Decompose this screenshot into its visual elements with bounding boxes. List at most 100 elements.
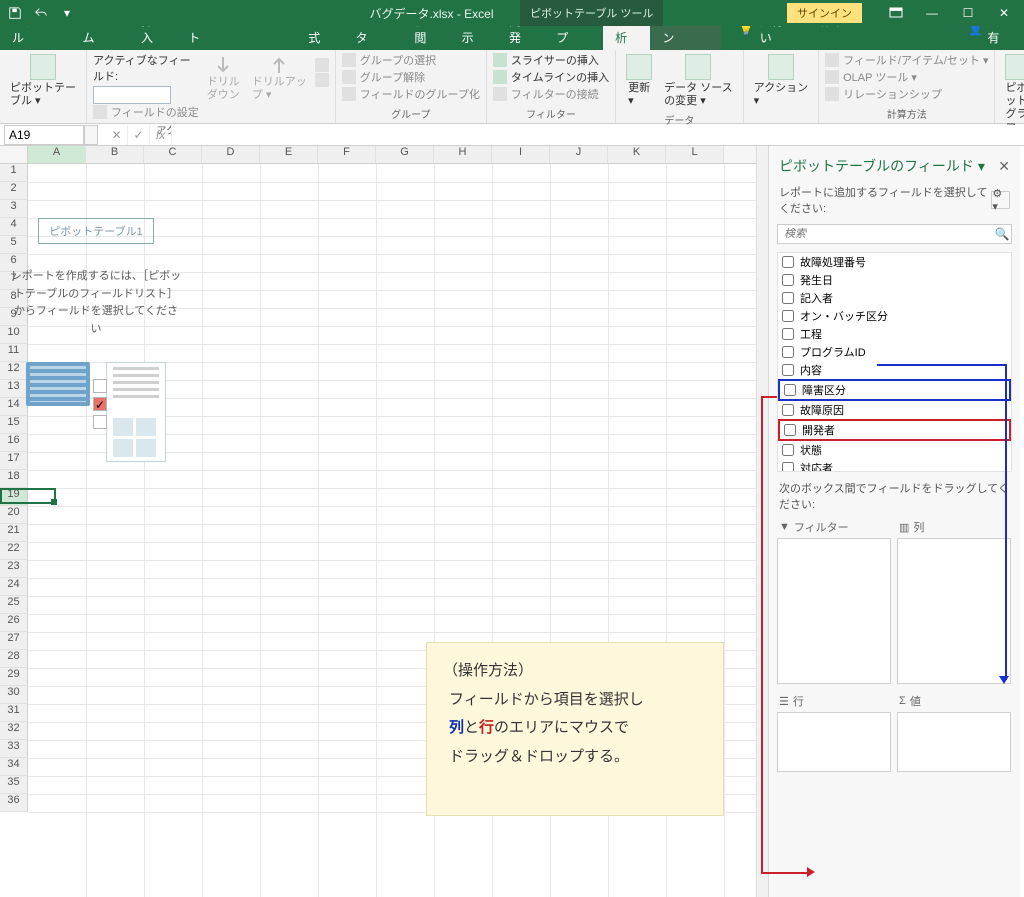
row-header[interactable]: 24 bbox=[0, 578, 28, 596]
field-settings-button[interactable]: フィールドの設定 bbox=[93, 104, 199, 120]
name-box[interactable] bbox=[4, 125, 84, 145]
cancel-formula-icon[interactable]: ✕ bbox=[106, 125, 128, 145]
fx-icon[interactable]: fx bbox=[150, 125, 172, 145]
row-header[interactable]: 27 bbox=[0, 632, 28, 650]
area-values[interactable]: Σ値 bbox=[897, 690, 1011, 772]
worksheet[interactable]: ABCDEFGHIJKL 123456789101112131415161718… bbox=[0, 146, 756, 897]
field-item[interactable]: 工程 bbox=[778, 325, 1011, 343]
column-header[interactable]: F bbox=[318, 146, 376, 163]
row-header[interactable]: 34 bbox=[0, 758, 28, 776]
field-list[interactable]: 故障処理番号発生日記入者オン・バッチ区分工程プログラムID内容障害区分故障原因開… bbox=[777, 252, 1012, 472]
field-item[interactable]: 記入者 bbox=[778, 289, 1011, 307]
column-header[interactable]: D bbox=[202, 146, 260, 163]
collapse-button[interactable] bbox=[315, 73, 329, 87]
row-header[interactable]: 21 bbox=[0, 524, 28, 542]
cell-grid[interactable]: 1234567891011121314151617181920212223242… bbox=[0, 164, 756, 897]
field-item[interactable]: 故障原因 bbox=[778, 401, 1011, 419]
column-header[interactable]: E bbox=[260, 146, 318, 163]
minimize-icon[interactable]: — bbox=[916, 1, 948, 25]
field-search-input[interactable] bbox=[778, 228, 993, 240]
column-header[interactable]: C bbox=[144, 146, 202, 163]
formula-input[interactable] bbox=[172, 125, 1024, 145]
refresh-button[interactable]: 更新 ▾ bbox=[622, 52, 656, 110]
chevron-down-icon[interactable]: ▾ bbox=[978, 158, 985, 175]
field-checkbox[interactable] bbox=[782, 346, 794, 358]
column-header[interactable]: B bbox=[86, 146, 144, 163]
row-header[interactable]: 23 bbox=[0, 560, 28, 578]
row-header[interactable]: 26 bbox=[0, 614, 28, 632]
row-header[interactable]: 29 bbox=[0, 668, 28, 686]
column-header[interactable]: A bbox=[28, 146, 86, 163]
row-header[interactable]: 20 bbox=[0, 506, 28, 524]
column-header[interactable]: K bbox=[608, 146, 666, 163]
active-field-input[interactable] bbox=[93, 86, 171, 104]
insert-slicer-button[interactable]: スライサーの挿入 bbox=[493, 52, 609, 68]
enter-formula-icon[interactable]: ✓ bbox=[128, 125, 150, 145]
column-header[interactable]: J bbox=[550, 146, 608, 163]
maximize-icon[interactable]: ☐ bbox=[952, 1, 984, 25]
expand-button[interactable] bbox=[315, 58, 329, 72]
field-item[interactable]: プログラムID bbox=[778, 343, 1011, 361]
undo-icon[interactable] bbox=[32, 4, 50, 22]
signin-button[interactable]: サインイン bbox=[787, 3, 862, 23]
row-header[interactable]: 30 bbox=[0, 686, 28, 704]
name-box-dropdown[interactable] bbox=[84, 125, 98, 145]
olap-tools-button: OLAP ツール ▾ bbox=[825, 69, 988, 85]
save-icon[interactable] bbox=[6, 4, 24, 22]
field-item[interactable]: オン・バッチ区分 bbox=[778, 307, 1011, 325]
field-checkbox[interactable] bbox=[782, 292, 794, 304]
row-header[interactable]: 18 bbox=[0, 470, 28, 488]
field-checkbox[interactable] bbox=[782, 444, 794, 456]
area-row[interactable]: ☰行 bbox=[777, 690, 891, 772]
row-header[interactable]: 25 bbox=[0, 596, 28, 614]
row-header[interactable]: 2 bbox=[0, 182, 28, 200]
actions-button[interactable]: アクション ▾ bbox=[750, 52, 812, 110]
fill-handle[interactable] bbox=[51, 499, 57, 505]
field-checkbox[interactable] bbox=[782, 310, 794, 322]
change-datasource-button[interactable]: データ ソース の変更 ▾ bbox=[660, 52, 737, 110]
field-item[interactable]: 開発者 bbox=[778, 419, 1011, 441]
field-checkbox[interactable] bbox=[782, 364, 794, 376]
field-item[interactable]: 状態 bbox=[778, 441, 1011, 459]
field-checkbox[interactable] bbox=[782, 328, 794, 340]
annotation-red bbox=[761, 396, 763, 874]
row-header[interactable]: 33 bbox=[0, 740, 28, 758]
pane-close-icon[interactable]: ✕ bbox=[998, 158, 1010, 175]
field-search[interactable]: 🔍 bbox=[777, 224, 1012, 244]
row-header[interactable]: 1 bbox=[0, 164, 28, 182]
column-header[interactable]: H bbox=[434, 146, 492, 163]
field-item[interactable]: 発生日 bbox=[778, 271, 1011, 289]
pivottable-button[interactable]: ピボットテー ブル ▾ bbox=[6, 52, 80, 110]
field-checkbox[interactable] bbox=[782, 462, 794, 472]
column-header[interactable]: L bbox=[666, 146, 724, 163]
area-filter[interactable]: ▼フィルター bbox=[777, 516, 891, 684]
insert-timeline-button[interactable]: タイムラインの挿入 bbox=[493, 69, 609, 85]
row-header[interactable]: 35 bbox=[0, 776, 28, 794]
field-checkbox[interactable] bbox=[782, 404, 794, 416]
field-checkbox[interactable] bbox=[782, 256, 794, 268]
field-checkbox[interactable] bbox=[784, 424, 796, 436]
close-icon[interactable]: ✕ bbox=[988, 1, 1020, 25]
row-header[interactable]: 3 bbox=[0, 200, 28, 218]
ribbon-display-icon[interactable] bbox=[880, 1, 912, 25]
column-header[interactable]: G bbox=[376, 146, 434, 163]
row-header[interactable]: 22 bbox=[0, 542, 28, 560]
field-pane-settings-icon[interactable]: ⚙ ▾ bbox=[991, 191, 1010, 209]
field-item[interactable]: 対応者 bbox=[778, 459, 1011, 472]
row-header[interactable]: 32 bbox=[0, 722, 28, 740]
row-header[interactable]: 36 bbox=[0, 794, 28, 812]
column-header[interactable]: I bbox=[492, 146, 550, 163]
area-column[interactable]: ▥列 bbox=[897, 516, 1011, 684]
row-header[interactable]: 31 bbox=[0, 704, 28, 722]
qat-customize-icon[interactable]: ▾ bbox=[58, 4, 76, 22]
search-icon[interactable]: 🔍 bbox=[993, 227, 1011, 241]
field-item[interactable]: 故障処理番号 bbox=[778, 253, 1011, 271]
select-all-corner[interactable] bbox=[0, 146, 28, 163]
selected-cell[interactable] bbox=[0, 488, 56, 504]
field-checkbox[interactable] bbox=[782, 274, 794, 286]
drillup-button[interactable]: ドリルアッ プ ▾ bbox=[248, 52, 311, 104]
drilldown-button[interactable]: ドリル ダウン bbox=[203, 52, 244, 104]
field-checkbox[interactable] bbox=[784, 384, 796, 396]
row-header[interactable]: 28 bbox=[0, 650, 28, 668]
field-item[interactable]: 障害区分 bbox=[778, 379, 1011, 401]
